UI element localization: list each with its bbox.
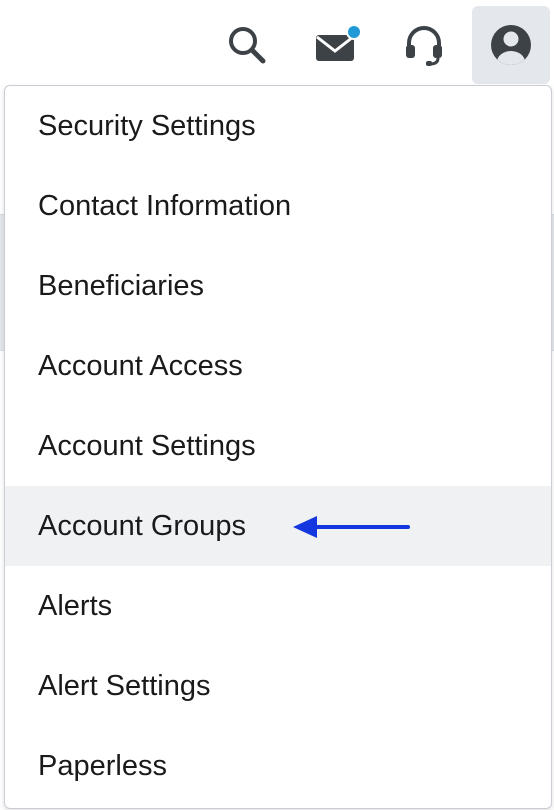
menu-item-account-settings[interactable]: Account Settings	[5, 406, 551, 486]
headset-icon	[406, 26, 442, 66]
search-button[interactable]	[208, 6, 286, 84]
menu-list: Security Settings Contact Information Be…	[5, 86, 551, 806]
menu-item-label: Alerts	[38, 589, 113, 622]
menu-item-security-settings[interactable]: Security Settings	[5, 86, 551, 166]
support-button[interactable]	[385, 6, 463, 84]
header-icon-bar	[0, 0, 554, 86]
menu-item-label: Paperless	[38, 749, 167, 782]
menu-item-label: Account Settings	[38, 429, 256, 462]
mail-icon	[316, 24, 362, 61]
menu-item-label: Security Settings	[38, 109, 256, 142]
menu-item-contact-information[interactable]: Contact Information	[5, 166, 551, 246]
menu-item-label: Account Access	[38, 349, 243, 382]
mail-button[interactable]	[298, 6, 376, 84]
mail-badge	[346, 24, 362, 40]
menu-item-label: Contact Information	[38, 189, 292, 222]
annotation-arrow-icon	[293, 516, 410, 538]
user-icon	[491, 25, 531, 65]
menu-item-alerts[interactable]: Alerts	[5, 566, 551, 646]
profile-button[interactable]	[472, 6, 550, 84]
search-icon	[229, 27, 266, 64]
menu-item-label: Account Groups	[38, 509, 246, 542]
menu-item-paperless[interactable]: Paperless	[5, 726, 551, 806]
menu-item-alert-settings[interactable]: Alert Settings	[5, 646, 551, 726]
menu-item-label: Alert Settings	[38, 669, 211, 702]
menu-item-account-access[interactable]: Account Access	[5, 326, 551, 406]
menu-item-account-groups[interactable]: Account Groups	[5, 486, 551, 566]
menu-item-label: Beneficiaries	[38, 269, 205, 302]
profile-dropdown-menu: Security Settings Contact Information Be…	[4, 85, 552, 809]
menu-item-beneficiaries[interactable]: Beneficiaries	[5, 246, 551, 326]
page: Security Settings Contact Information Be…	[0, 0, 554, 810]
